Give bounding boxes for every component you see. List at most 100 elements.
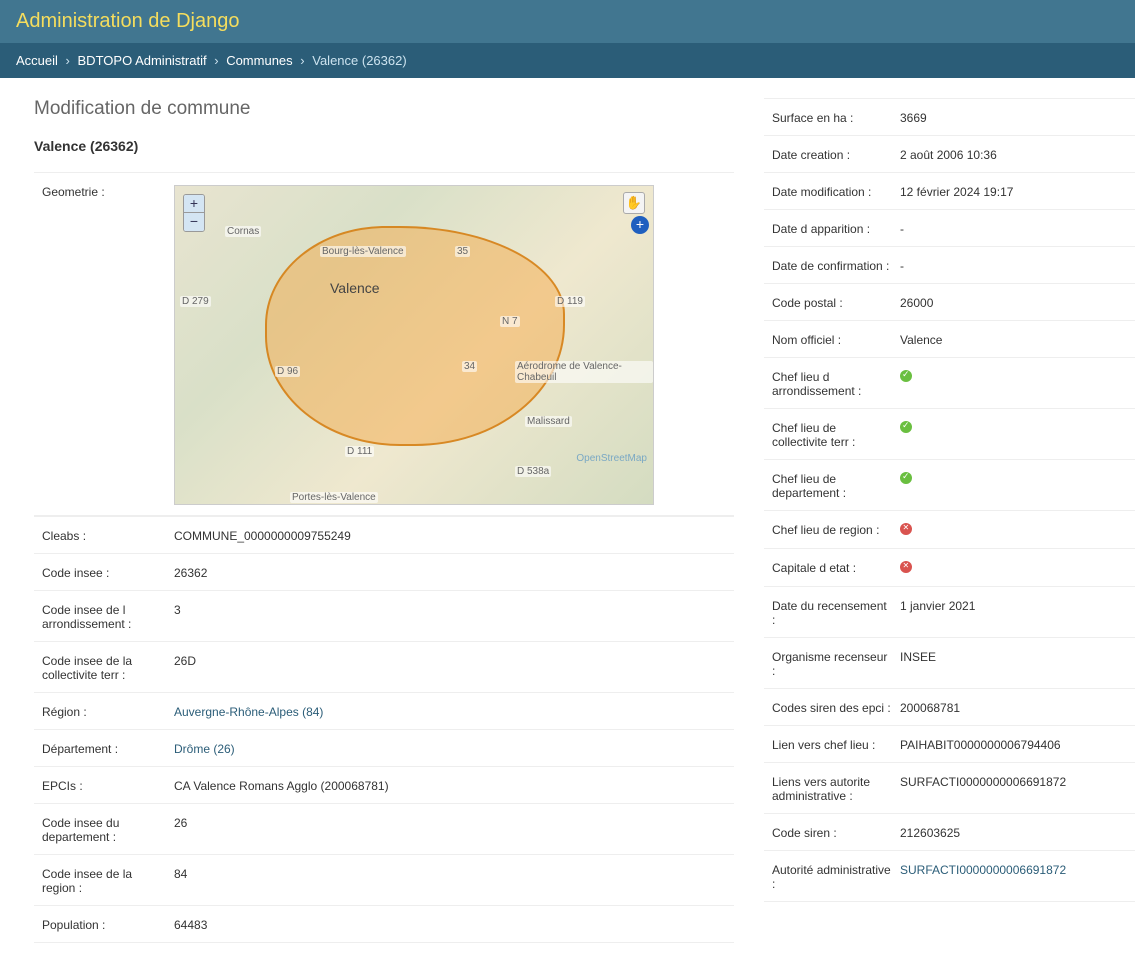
cross-icon — [900, 561, 912, 573]
cross-icon — [900, 523, 912, 535]
field-row: Liens vers autorite administrative :SURF… — [764, 763, 1135, 814]
field-value: - — [900, 220, 904, 236]
map-label: 35 — [455, 246, 470, 257]
field-row: Date d apparition :- — [764, 210, 1135, 247]
field-row: Code insee de l arrondissement :3 — [34, 591, 734, 642]
field-row: Capitale d etat : — [764, 549, 1135, 587]
breadcrumb-app[interactable]: BDTOPO Administratif — [78, 53, 207, 68]
map-pan-tool[interactable]: ✋ — [623, 192, 645, 214]
map-zoom-in[interactable]: + — [184, 195, 204, 213]
map-label: Aérodrome de Valence-Chabeuil — [515, 361, 653, 383]
field-label: Lien vers chef lieu : — [772, 736, 900, 752]
field-row: Autorité administrative :SURFACTI0000000… — [764, 851, 1135, 902]
field-label: Code insee du departement : — [42, 814, 174, 844]
field-label: Région : — [42, 703, 174, 719]
breadcrumb-sep: › — [66, 53, 70, 68]
field-label: Liens vers autorite administrative : — [772, 773, 900, 803]
map-label: D 119 — [555, 296, 585, 307]
field-label: Nom officiel : — [772, 331, 900, 347]
field-row: EPCIs :CA Valence Romans Agglo (20006878… — [34, 767, 734, 804]
field-value: 26362 — [174, 564, 207, 580]
field-row: Chef lieu d arrondissement : — [764, 358, 1135, 409]
field-label: Code insee de la collectivite terr : — [42, 652, 174, 682]
map-label: D 538a — [515, 466, 551, 477]
field-value: - — [900, 257, 904, 273]
field-value — [900, 559, 912, 576]
field-link[interactable]: Auvergne-Rhône-Alpes (84) — [174, 705, 323, 719]
map-zoom-out[interactable]: − — [184, 213, 204, 231]
field-row: Région :Auvergne-Rhône-Alpes (84) — [34, 693, 734, 730]
field-label: Code siren : — [772, 824, 900, 840]
map-add-feature[interactable]: + — [631, 216, 649, 234]
field-label: Organisme recenseur : — [772, 648, 900, 678]
field-value: CA Valence Romans Agglo (200068781) — [174, 777, 389, 793]
field-row: Code insee du departement :26 — [34, 804, 734, 855]
field-row: Chef lieu de departement : — [764, 460, 1135, 511]
field-value: SURFACTI0000000006691872 — [900, 861, 1066, 877]
page-title: Modification de commune — [34, 98, 734, 120]
field-row: Date modification :12 février 2024 19:17 — [764, 173, 1135, 210]
field-label: Codes siren des epci : — [772, 699, 900, 715]
check-icon — [900, 421, 912, 433]
field-value: 12 février 2024 19:17 — [900, 183, 1013, 199]
field-value: PAIHABIT0000000006794406 — [900, 736, 1061, 752]
field-label: Date modification : — [772, 183, 900, 199]
field-value: 3 — [174, 601, 181, 617]
check-icon — [900, 472, 912, 484]
field-value: 3669 — [900, 109, 927, 125]
map-label: Portes-lès-Valence — [290, 492, 378, 503]
field-label: Code insee : — [42, 564, 174, 580]
field-value: 200068781 — [900, 699, 960, 715]
field-geometry: Geometrie : Valence + − ✋ + D 279 D 96 D 1… — [34, 172, 734, 516]
field-label: Autorité administrative : — [772, 861, 900, 891]
breadcrumb-sep: › — [214, 53, 218, 68]
map-label: D 111 — [345, 446, 374, 457]
map-widget[interactable]: Valence + − ✋ + D 279 D 96 D 111 D 119 D 538… — [174, 185, 654, 505]
field-value — [900, 419, 912, 436]
map-label: Malissard — [525, 416, 572, 427]
field-row: Date de confirmation :- — [764, 247, 1135, 284]
field-label: Geometrie : — [42, 183, 174, 199]
breadcrumb-home[interactable]: Accueil — [16, 53, 58, 68]
field-label: Cleabs : — [42, 527, 174, 543]
map-attribution[interactable]: OpenStreetMap — [576, 453, 647, 464]
field-value: INSEE — [900, 648, 936, 664]
map-label: D 279 — [180, 296, 211, 307]
field-row: Organisme recenseur :INSEE — [764, 638, 1135, 689]
field-label: Chef lieu de departement : — [772, 470, 900, 500]
field-row: Département :Drôme (26) — [34, 730, 734, 767]
field-label: Date de confirmation : — [772, 257, 900, 273]
field-value: 26D — [174, 652, 196, 668]
field-row: Chef lieu de region : — [764, 511, 1135, 549]
field-row: Lien vers chef lieu :PAIHABIT00000000067… — [764, 726, 1135, 763]
field-label: Capitale d etat : — [772, 559, 900, 575]
map-label: D 96 — [275, 366, 300, 377]
field-label: Code insee de l arrondissement : — [42, 601, 174, 631]
field-value: SURFACTI0000000006691872 — [900, 773, 1066, 789]
field-value: 26 — [174, 814, 187, 830]
map-city-label: Valence — [330, 280, 380, 296]
field-label: Population : — [42, 916, 174, 932]
field-value: Auvergne-Rhône-Alpes (84) — [174, 703, 323, 719]
field-row: Code insee de la collectivite terr :26D — [34, 642, 734, 693]
check-icon — [900, 370, 912, 382]
field-row: Codes siren des epci :200068781 — [764, 689, 1135, 726]
field-row: Date creation :2 août 2006 10:36 — [764, 136, 1135, 173]
field-value: 84 — [174, 865, 187, 881]
field-label: Code insee de la region : — [42, 865, 174, 895]
field-value — [900, 470, 912, 487]
map-polygon[interactable] — [265, 226, 565, 446]
field-link[interactable]: SURFACTI0000000006691872 — [900, 863, 1066, 877]
field-label: EPCIs : — [42, 777, 174, 793]
field-label: Département : — [42, 740, 174, 756]
field-row: Surface en ha :3669 — [764, 98, 1135, 136]
site-title[interactable]: Administration de Django — [16, 10, 239, 33]
map-label: Bourg-lès-Valence — [320, 246, 406, 257]
field-link[interactable]: Drôme (26) — [174, 742, 235, 756]
field-label: Date du recensement : — [772, 597, 900, 627]
field-label: Chef lieu de collectivite terr : — [772, 419, 900, 449]
field-value — [900, 521, 912, 538]
map-label: N 7 — [500, 316, 520, 327]
field-value: Drôme (26) — [174, 740, 235, 756]
breadcrumb-model[interactable]: Communes — [226, 53, 292, 68]
